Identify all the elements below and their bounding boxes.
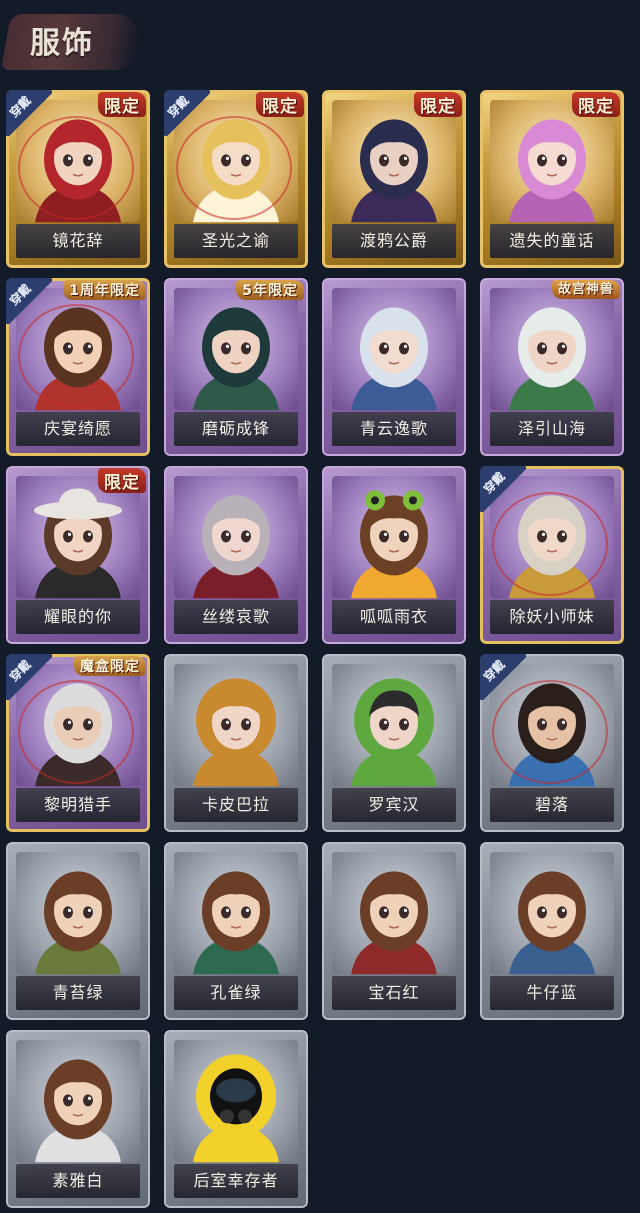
- worn-badge: 穿戴: [480, 466, 526, 512]
- limited-tag: 1周年限定: [63, 280, 146, 300]
- card-backdrop: [174, 476, 298, 599]
- character-portrait: [34, 488, 122, 599]
- character-portrait: [509, 119, 595, 223]
- limited-tag: 限定: [98, 92, 146, 117]
- worn-badge: 穿戴: [164, 90, 210, 136]
- limited-tag: 魔盒限定: [74, 656, 146, 676]
- costume-name: 耀眼的你: [16, 600, 140, 634]
- costume-card[interactable]: 穿戴碧落: [480, 654, 624, 832]
- costume-name: 宝石红: [332, 976, 456, 1010]
- character-portrait: [509, 307, 595, 411]
- card-backdrop: [174, 664, 298, 787]
- costume-name: 除妖小师妹: [490, 600, 614, 634]
- costume-name: 镜花辞: [16, 224, 140, 258]
- character-portrait: [193, 307, 279, 411]
- character-portrait: [351, 307, 437, 411]
- costume-card[interactable]: 卡皮巴拉: [164, 654, 308, 832]
- card-backdrop: [174, 288, 298, 411]
- card-backdrop: [16, 476, 140, 599]
- card-backdrop: [332, 100, 456, 223]
- limited-tag: 故宫神兽: [551, 280, 620, 299]
- costume-card[interactable]: 5年限定磨砺成锋: [164, 278, 308, 456]
- costume-card[interactable]: 牛仔蓝: [480, 842, 624, 1020]
- costume-card[interactable]: 限定渡鸦公爵: [322, 90, 466, 268]
- costume-name: 牛仔蓝: [490, 976, 614, 1010]
- card-backdrop: [332, 288, 456, 411]
- costume-card[interactable]: 限定耀眼的你: [6, 466, 150, 644]
- worn-badge-label: 穿戴: [6, 93, 34, 121]
- costume-name: 青苔绿: [16, 976, 140, 1010]
- card-backdrop: [332, 852, 456, 975]
- card-backdrop: [490, 852, 614, 975]
- card-backdrop: [16, 852, 140, 975]
- costume-name: 遗失的童话: [490, 224, 614, 258]
- costume-card[interactable]: 穿戴 1周年限定庆宴绮愿: [6, 278, 150, 456]
- limited-tag: 限定: [256, 92, 304, 117]
- costume-card[interactable]: 穿戴 限定圣光之谕: [164, 90, 308, 268]
- costume-card[interactable]: 穿戴 限定镜花辞: [6, 90, 150, 268]
- costume-card[interactable]: 后室幸存者: [164, 1030, 308, 1208]
- costume-name: 素雅白: [16, 1164, 140, 1198]
- character-portrait: [351, 490, 437, 599]
- costume-card[interactable]: 丝缕哀歌: [164, 466, 308, 644]
- limited-tag: 限定: [414, 92, 462, 117]
- worn-badge-label: 穿戴: [6, 281, 34, 309]
- card-backdrop: [174, 852, 298, 975]
- costume-card[interactable]: 青云逸歌: [322, 278, 466, 456]
- costume-card[interactable]: 限定遗失的童话: [480, 90, 624, 268]
- costume-card[interactable]: 穿戴 魔盒限定黎明猎手: [6, 654, 150, 832]
- costume-name: 孔雀绿: [174, 976, 298, 1010]
- costume-name: 后室幸存者: [174, 1164, 298, 1198]
- costume-name: 罗宾汉: [332, 788, 456, 822]
- character-portrait: [35, 871, 121, 975]
- costume-name: 卡皮巴拉: [174, 788, 298, 822]
- costume-grid: 穿戴 限定 镜花辞 穿戴 限定 圣光之谕 限定 渡鸦公爵 限定 遗失的童话 穿戴 1周年限定 庆宴绮愿 5…: [0, 0, 640, 1213]
- character-portrait: [351, 119, 437, 223]
- costume-name: 庆宴绮愿: [16, 412, 140, 446]
- costume-card[interactable]: 素雅白: [6, 1030, 150, 1208]
- worn-badge-label: 穿戴: [6, 657, 34, 685]
- costume-name: 圣光之谕: [174, 224, 298, 258]
- character-portrait: [509, 871, 595, 975]
- character-portrait: [193, 1054, 279, 1163]
- worn-badge-label: 穿戴: [480, 469, 508, 497]
- character-portrait: [193, 678, 279, 787]
- limited-tag: 限定: [98, 468, 146, 493]
- worn-badge: 穿戴: [6, 654, 52, 700]
- costume-card[interactable]: 穿戴除妖小师妹: [480, 466, 624, 644]
- card-backdrop: [490, 100, 614, 223]
- costume-name: 黎明猎手: [16, 788, 140, 822]
- costume-card[interactable]: 呱呱雨衣: [322, 466, 466, 644]
- character-portrait: [351, 871, 437, 975]
- character-portrait: [351, 678, 437, 787]
- card-backdrop: [174, 1040, 298, 1163]
- costume-name: 泽引山海: [490, 412, 614, 446]
- worn-badge-label: 穿戴: [164, 93, 192, 121]
- costume-name: 呱呱雨衣: [332, 600, 456, 634]
- worn-badge-label: 穿戴: [480, 657, 508, 685]
- costume-name: 碧落: [490, 788, 614, 822]
- costume-card[interactable]: 青苔绿: [6, 842, 150, 1020]
- costume-card[interactable]: 罗宾汉: [322, 654, 466, 832]
- costume-name: 丝缕哀歌: [174, 600, 298, 634]
- character-portrait: [35, 1059, 121, 1163]
- character-portrait: [193, 871, 279, 975]
- worn-badge: 穿戴: [6, 278, 52, 324]
- worn-badge: 穿戴: [6, 90, 52, 136]
- character-portrait: [193, 495, 279, 599]
- costume-name: 磨砺成锋: [174, 412, 298, 446]
- card-backdrop: [490, 288, 614, 411]
- costume-card[interactable]: 宝石红: [322, 842, 466, 1020]
- card-backdrop: [332, 664, 456, 787]
- limited-tag: 限定: [572, 92, 620, 117]
- costume-name: 青云逸歌: [332, 412, 456, 446]
- worn-badge: 穿戴: [480, 654, 526, 700]
- card-backdrop: [16, 1040, 140, 1163]
- limited-tag: 5年限定: [236, 280, 304, 300]
- costume-card[interactable]: 孔雀绿: [164, 842, 308, 1020]
- costume-name: 渡鸦公爵: [332, 224, 456, 258]
- card-backdrop: [332, 476, 456, 599]
- costume-card[interactable]: 故宫神兽泽引山海: [480, 278, 624, 456]
